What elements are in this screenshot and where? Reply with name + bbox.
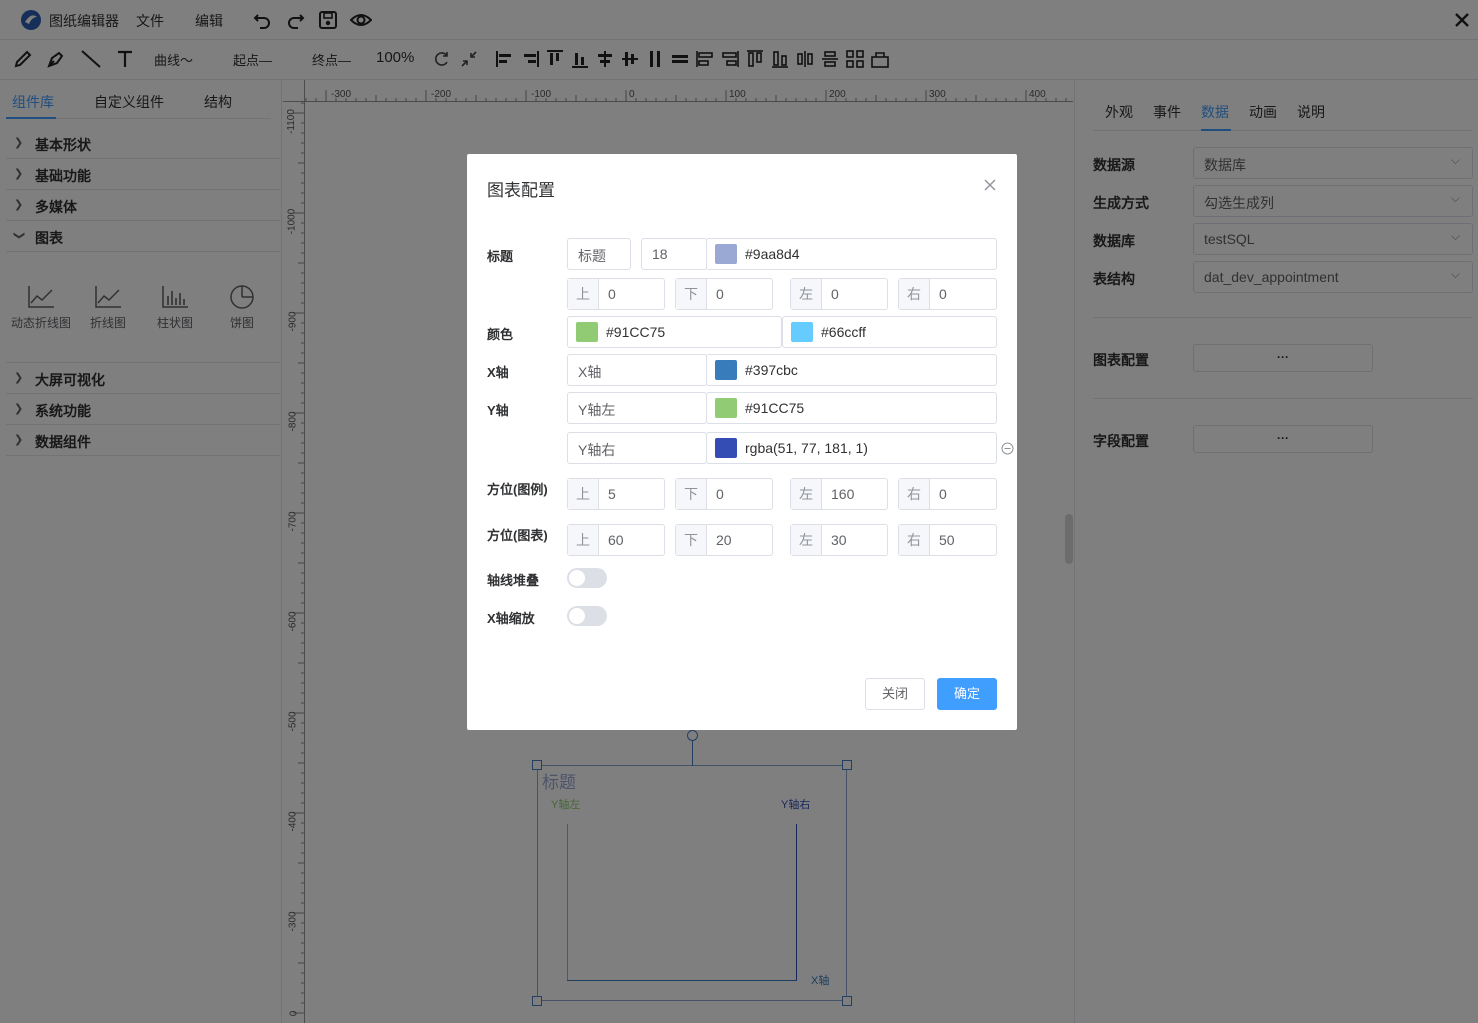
- yaxis-label: Y轴: [487, 403, 509, 418]
- title-label: 标题: [487, 249, 514, 264]
- title-color-picker[interactable]: #9aa8d4: [706, 238, 997, 270]
- color-value: #91CC75: [606, 324, 666, 340]
- input-value: 0: [939, 486, 947, 502]
- input-value: 60: [608, 532, 624, 548]
- color-value: #66ccff: [821, 324, 866, 340]
- prefix-bottom: 下: [676, 279, 707, 309]
- yaxis-right-color-picker[interactable]: rgba(51, 77, 181, 1): [706, 432, 997, 464]
- xaxis-label: X轴: [487, 365, 509, 380]
- remove-circle-icon[interactable]: [1001, 442, 1014, 455]
- input-value: 30: [831, 532, 847, 548]
- color-swatch: [576, 322, 598, 342]
- color1-picker[interactable]: #91CC75: [567, 316, 782, 348]
- prefix-bottom: 下: [676, 525, 707, 555]
- prefix-top: 上: [568, 279, 599, 309]
- prefix-top: 上: [568, 479, 599, 509]
- switch-knob: [569, 570, 585, 586]
- x-zoom-switch[interactable]: [567, 606, 607, 626]
- color-swatch: [715, 398, 737, 418]
- legend-top-input[interactable]: 上5: [567, 478, 665, 510]
- color-value: #9aa8d4: [745, 246, 800, 262]
- prefix-bottom: 下: [676, 479, 707, 509]
- chart-top-input[interactable]: 上 60: [567, 524, 665, 556]
- prefix-left: 左: [791, 279, 822, 309]
- input-value: X轴: [578, 364, 602, 380]
- color-value: #91CC75: [745, 400, 805, 416]
- xaxis-color-picker[interactable]: #397cbc: [706, 354, 997, 386]
- input-value: 0: [716, 286, 724, 302]
- prefix-right: 右: [899, 525, 930, 555]
- input-value: 50: [939, 532, 955, 548]
- title-margin-left[interactable]: 左0: [790, 278, 888, 310]
- input-value: 0: [608, 286, 616, 302]
- title-size-input[interactable]: 18: [641, 238, 707, 270]
- switch-knob: [569, 608, 585, 624]
- title-margin-top[interactable]: 上0: [567, 278, 665, 310]
- axis-stack-label: 轴线堆叠: [487, 573, 540, 588]
- color-label: 颜色: [487, 327, 514, 342]
- input-value: 160: [831, 486, 855, 502]
- color-swatch: [715, 244, 737, 264]
- color2-picker[interactable]: #66ccff: [782, 316, 997, 348]
- input-value: Y轴左: [578, 402, 616, 418]
- input-value: 0: [831, 286, 839, 302]
- title-margin-right[interactable]: 右0: [898, 278, 997, 310]
- title-text-input[interactable]: 标题: [567, 238, 631, 270]
- dialog-title: 图表配置: [487, 181, 555, 200]
- color-value: rgba(51, 77, 181, 1): [745, 440, 868, 456]
- confirm-button[interactable]: 确定: [937, 678, 997, 710]
- input-value: 0: [716, 486, 724, 502]
- yaxis-left-name-input[interactable]: Y轴左: [567, 392, 707, 424]
- x-zoom-label: X轴缩放: [487, 611, 535, 626]
- prefix-left: 左: [791, 525, 822, 555]
- color-value: #397cbc: [745, 362, 798, 378]
- color-swatch: [715, 438, 737, 458]
- prefix-left: 左: [791, 479, 822, 509]
- prefix-right: 右: [899, 279, 930, 309]
- input-value: 5: [608, 486, 616, 502]
- chart-left-input[interactable]: 左 30: [790, 524, 888, 556]
- chart-right-input[interactable]: 右 50: [898, 524, 997, 556]
- close-icon[interactable]: [984, 179, 996, 191]
- input-value: 0: [939, 286, 947, 302]
- color-swatch: [791, 322, 813, 342]
- input-value: Y轴右: [578, 442, 616, 458]
- legend-right-input[interactable]: 右0: [898, 478, 997, 510]
- xaxis-name-input[interactable]: X轴: [567, 354, 707, 386]
- chart-bottom-input[interactable]: 下 20: [675, 524, 773, 556]
- color-swatch: [715, 360, 737, 380]
- chart-position-label: 方位(图表): [487, 528, 548, 543]
- legend-left-input[interactable]: 左 160: [790, 478, 888, 510]
- title-margin-bottom[interactable]: 下0: [675, 278, 773, 310]
- chart-config-dialog: 图表配置 标题 标题 18 #9aa8d4 上0 下0 左0 右0 颜色 #91…: [467, 154, 1017, 730]
- legend-bottom-input[interactable]: 下0: [675, 478, 773, 510]
- input-value: 20: [716, 532, 732, 548]
- prefix-right: 右: [899, 479, 930, 509]
- prefix-top: 上: [568, 525, 599, 555]
- yaxis-right-name-input[interactable]: Y轴右: [567, 432, 707, 464]
- legend-position-label: 方位(图例): [487, 482, 548, 497]
- axis-stack-switch[interactable]: [567, 568, 607, 588]
- input-value: 18: [652, 246, 668, 262]
- close-button[interactable]: 关闭: [865, 678, 925, 710]
- input-value: 标题: [578, 248, 606, 264]
- yaxis-left-color-picker[interactable]: #91CC75: [706, 392, 997, 424]
